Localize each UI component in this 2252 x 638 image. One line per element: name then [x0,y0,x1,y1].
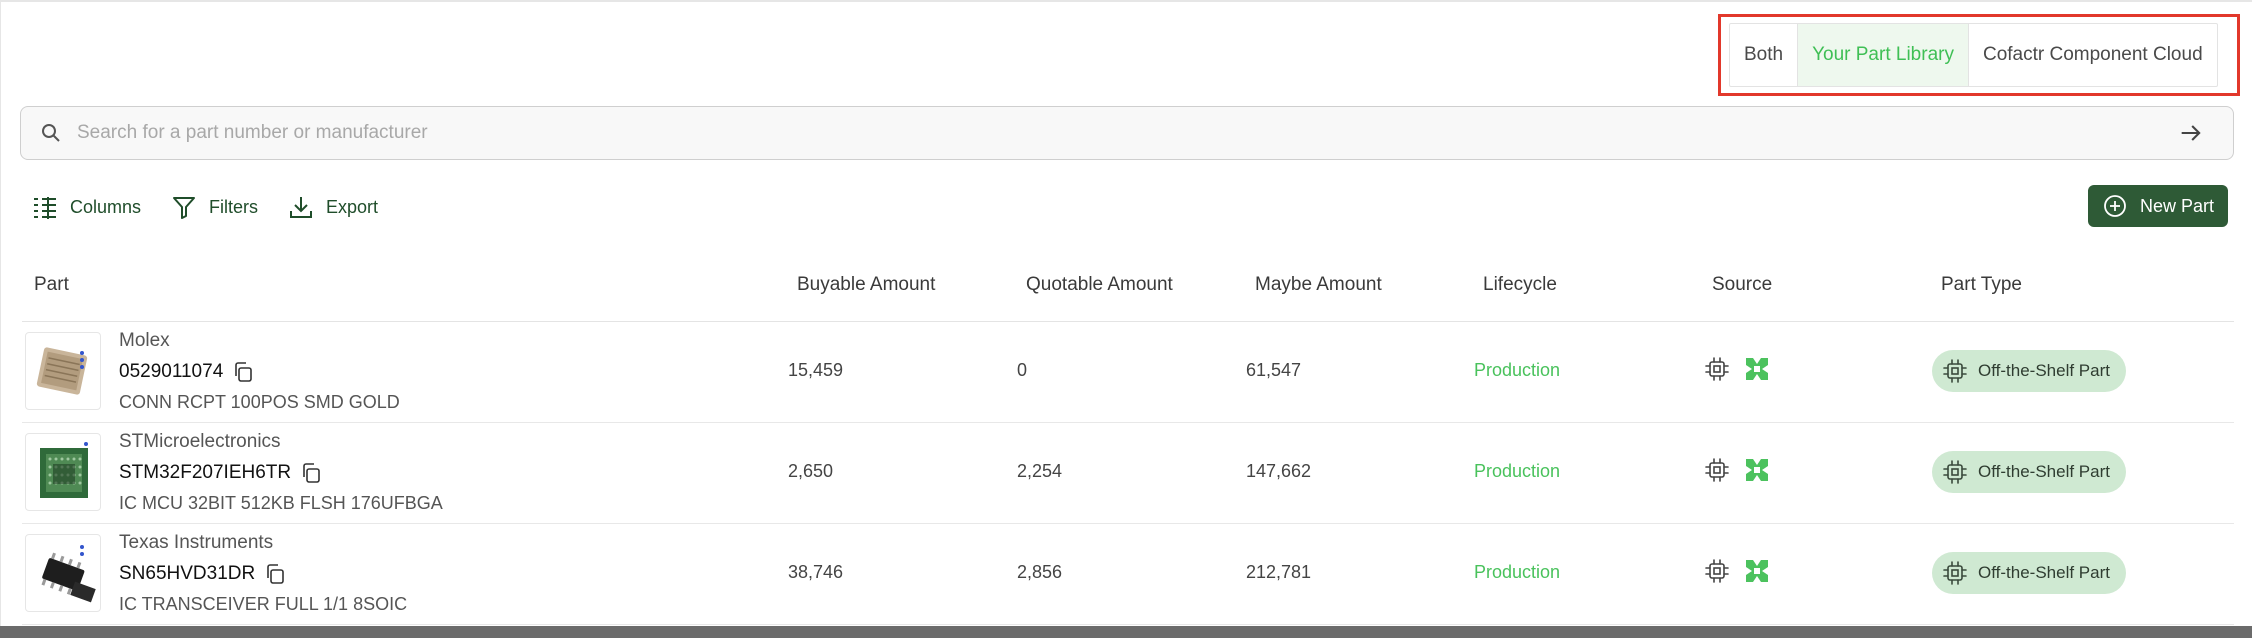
cofactr-logo-icon [1746,560,1768,582]
header-buyable-amount[interactable]: Buyable Amount [797,253,935,322]
part-number[interactable]: SN65HVD31DR [119,562,287,586]
window-bottom-edge [0,626,2252,638]
part-type-label: Off-the-Shelf Part [1978,361,2110,380]
part-description: IC MCU 32BIT 512KB FLSH 176UFBGA [119,493,443,513]
header-part[interactable]: Part [34,253,69,322]
chip-icon [1705,357,1729,381]
columns-label: Columns [70,196,142,217]
bga-chip-image [40,442,88,498]
lifecycle-status: Production [1474,360,1561,380]
part-description: IC TRANSCEIVER FULL 1/1 8SOIC [119,594,408,614]
header-maybe-amount[interactable]: Maybe Amount [1255,253,1382,322]
columns-icon [34,197,56,219]
connector-image [36,347,88,395]
part-number-text: SN65HVD31DR [119,563,256,584]
search-input[interactable] [77,122,2177,144]
arrow-right-icon[interactable] [2177,119,2205,147]
header-part-type[interactable]: Part Type [1941,253,2022,322]
parts-table: Part Buyable Amount Quotable Amount Mayb… [22,253,2234,625]
part-number-text: 0529011074 [119,361,224,382]
export-button[interactable]: Export [288,194,378,220]
table-row[interactable]: STMicroelectronics STM32F207IEH6TR IC MC… [22,423,2234,524]
toolbar: Columns Filters Export [32,190,378,224]
cofactr-logo-icon [1746,459,1768,481]
chip-icon [1943,561,1967,585]
part-type-badge[interactable]: Off-the-Shelf Part [1932,350,2126,392]
buyable-amount: 38,746 [788,562,844,582]
part-type-badge[interactable]: Off-the-Shelf Part [1932,552,2126,594]
header-lifecycle[interactable]: Lifecycle [1483,253,1557,322]
download-icon [290,197,313,218]
search-icon [42,124,60,142]
filters-label: Filters [209,196,259,217]
search-bar [20,106,2234,160]
copy-icon[interactable] [299,461,323,485]
part-description: CONN RCPT 100POS SMD GOLD [119,392,400,412]
chip-icon [1705,559,1729,583]
toggle-cofactr-component-cloud[interactable]: Cofactr Component Cloud [1969,24,2217,86]
chip-icon [1943,460,1967,484]
lifecycle-status: Production [1474,461,1561,481]
copy-icon[interactable] [263,562,287,586]
part-thumbnail [25,534,101,612]
table-row[interactable]: Texas Instruments SN65HVD31DR IC TRANSCE… [22,524,2234,625]
chip-icon [1705,458,1729,482]
part-type-label: Off-the-Shelf Part [1978,462,2110,481]
columns-button[interactable]: Columns [32,194,141,220]
soic-chip-image [41,545,96,603]
toggle-both[interactable]: Both [1730,24,1799,86]
part-number-text: STM32F207IEH6TR [119,462,292,483]
lifecycle-status: Production [1474,562,1561,582]
source-icons [1704,356,1770,382]
source-toggle: Both Your Part Library Cofactr Component… [1729,23,2218,87]
maybe-amount: 147,662 [1246,461,1312,481]
part-type-badge[interactable]: Off-the-Shelf Part [1932,451,2126,493]
header-quotable-amount[interactable]: Quotable Amount [1026,253,1173,322]
export-label: Export [326,196,379,217]
cofactr-logo-icon [1746,358,1768,380]
buyable-amount: 2,650 [788,461,834,481]
table-row[interactable]: Molex 0529011074 CONN RCPT 100POS SMD GO… [22,322,2234,423]
new-part-label: New Part [2139,195,2215,216]
part-number[interactable]: STM32F207IEH6TR [119,461,323,485]
manufacturer: STMicroelectronics [119,431,281,452]
buyable-amount: 15,459 [788,360,844,380]
source-icons [1704,457,1770,483]
part-thumbnail [25,332,101,410]
part-thumbnail [25,433,101,511]
table-header: Part Buyable Amount Quotable Amount Mayb… [22,253,2234,322]
maybe-amount: 212,781 [1246,562,1312,582]
quotable-amount: 0 [1017,360,1028,380]
header-source[interactable]: Source [1712,253,1772,322]
chip-icon [1943,359,1967,383]
source-icons [1704,558,1770,584]
quotable-amount: 2,254 [1017,461,1063,481]
part-type-label: Off-the-Shelf Part [1978,563,2110,582]
source-toggle-highlight: Both Your Part Library Cofactr Component… [1718,14,2240,96]
filters-button[interactable]: Filters [171,194,258,220]
manufacturer: Molex [119,330,170,351]
quotable-amount: 2,856 [1017,562,1063,582]
toggle-your-part-library[interactable]: Your Part Library [1798,24,1969,86]
plus-circle-icon [2104,195,2126,217]
maybe-amount: 61,547 [1246,360,1302,380]
part-number[interactable]: 0529011074 [119,360,255,384]
manufacturer: Texas Instruments [119,532,274,553]
new-part-button[interactable]: New Part [2088,185,2228,227]
copy-icon[interactable] [231,360,255,384]
filter-icon [173,197,196,219]
